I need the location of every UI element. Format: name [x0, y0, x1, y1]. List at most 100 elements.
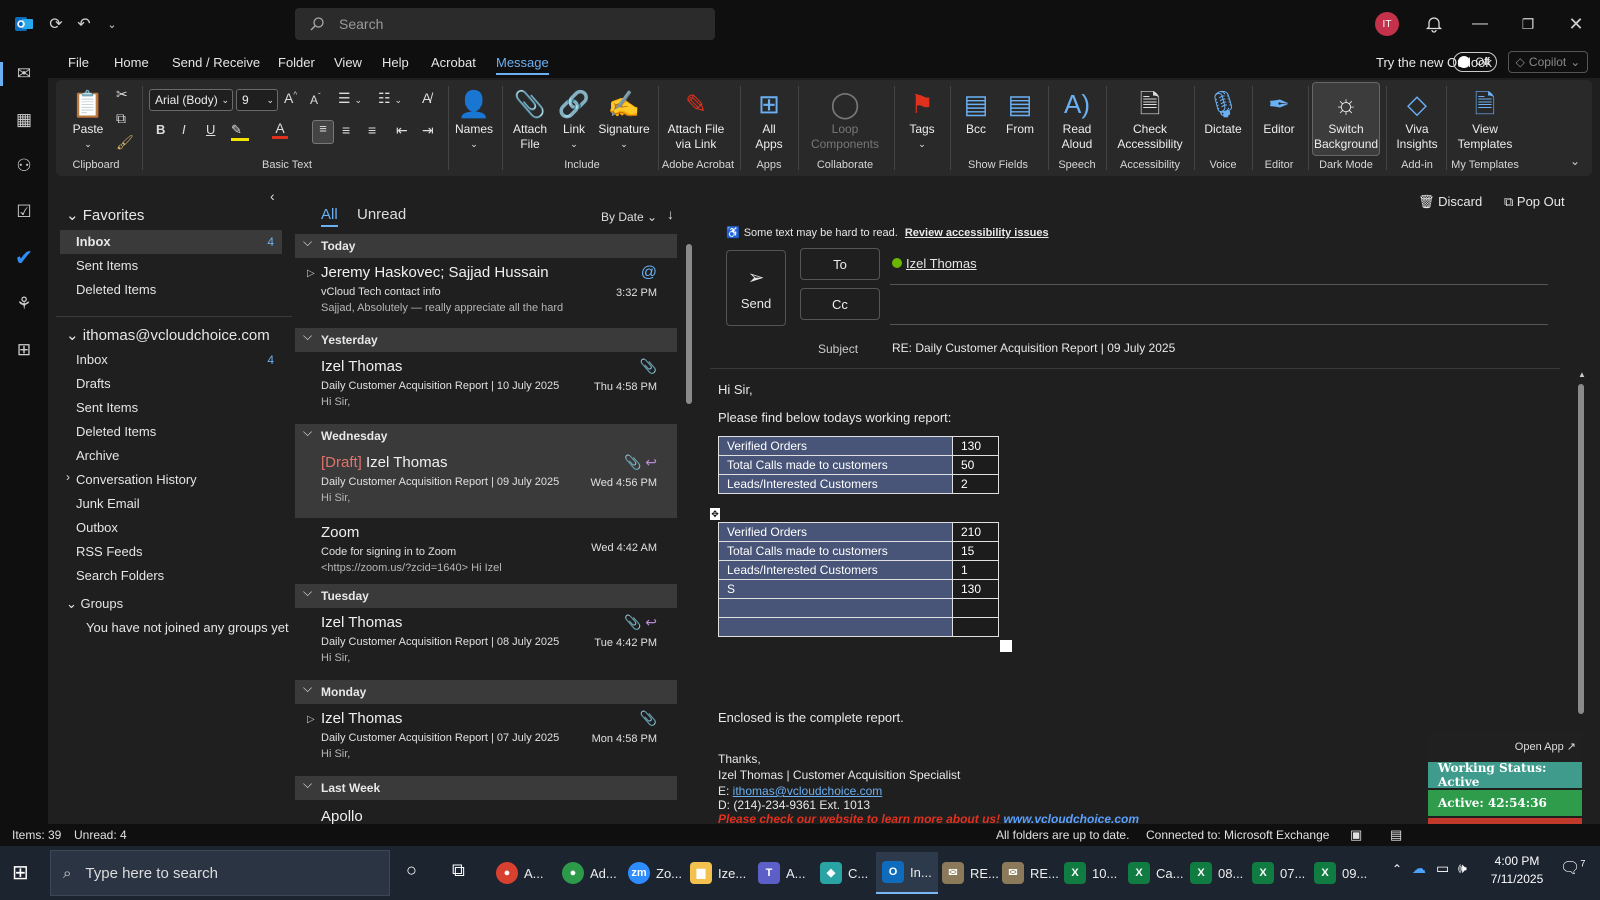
taskbar-app-excel-1[interactable]: X 10...: [1058, 852, 1123, 894]
font-size-select[interactable]: 9 ⌄: [236, 89, 278, 111]
copy-icon[interactable]: ⧉: [116, 110, 126, 127]
groups-header[interactable]: ⌄ Groups: [66, 596, 123, 612]
folder-sent-items[interactable]: Sent Items: [76, 400, 138, 415]
review-accessibility-link[interactable]: Review accessibility issues: [905, 227, 1049, 239]
dictate-button[interactable]: 🎙 Dictate: [1198, 86, 1248, 137]
avatar[interactable]: IT: [1375, 12, 1399, 36]
view-templates-button[interactable]: 🗎 View Templates: [1452, 86, 1518, 152]
bcc-button[interactable]: ▤ Bcc: [956, 86, 996, 137]
discard-button[interactable]: 🗑 Discard: [1418, 194, 1482, 210]
menu-help[interactable]: Help: [382, 55, 409, 70]
favorite-deleted-items[interactable]: Deleted Items: [76, 282, 156, 297]
menu-file[interactable]: File: [68, 55, 89, 70]
website-link[interactable]: www.vcloudchoice.com: [1003, 812, 1139, 824]
viva-insights-button[interactable]: ◇ Viva Insights: [1392, 86, 1442, 152]
list-item[interactable]: Apollo: [295, 800, 677, 824]
folder-rss-feeds[interactable]: RSS Feeds: [76, 544, 142, 559]
taskbar-app-excel-2[interactable]: X Ca...: [1122, 852, 1189, 894]
new-outlook-toggle[interactable]: Off: [1453, 52, 1497, 72]
align-left-icon[interactable]: ≡: [312, 120, 334, 144]
folder-drafts[interactable]: Drafts: [76, 376, 111, 391]
taskbar-app-c[interactable]: ◆ C...: [814, 852, 874, 894]
expand-thread-icon[interactable]: ▷: [307, 268, 315, 279]
names-button[interactable]: 👤 Names ⌄: [452, 86, 496, 152]
expand-chevron-icon[interactable]: ›: [66, 470, 70, 484]
folder-conversation-history[interactable]: Conversation History: [76, 472, 197, 487]
attach-via-link-button[interactable]: ✎ Attach File via Link: [664, 86, 728, 152]
taskbar-app-excel-3[interactable]: X 08...: [1184, 852, 1249, 894]
underline-button[interactable]: U: [206, 122, 215, 137]
sort-dropdown[interactable]: By Date ⌄: [601, 210, 657, 224]
cut-icon[interactable]: ✂: [116, 86, 128, 103]
list-item[interactable]: ▷ Jeremy Haskovec; Sajjad Hussain @ vClo…: [295, 258, 677, 328]
list-item[interactable]: Izel Thomas 📎 ↩ Daily Customer Acquisiti…: [295, 608, 677, 678]
network-icon[interactable]: ▭: [1436, 860, 1449, 877]
cortana-icon[interactable]: ○: [406, 860, 417, 881]
taskbar-app-chrome-2[interactable]: ● Ad...: [556, 852, 623, 894]
favorite-sent-items[interactable]: Sent Items: [76, 258, 138, 273]
folder-inbox[interactable]: Inbox: [76, 352, 108, 367]
clock[interactable]: 4:00 PM 7/11/2025: [1488, 852, 1546, 888]
signature-email-link[interactable]: ithomas@vcloudchoice.com: [733, 784, 883, 798]
to-button[interactable]: To: [800, 248, 880, 280]
search-box[interactable]: Search: [295, 8, 715, 40]
bold-button[interactable]: B: [156, 122, 165, 137]
reading-view-icon[interactable]: ▤: [1390, 827, 1402, 843]
list-scrollbar[interactable]: [685, 230, 693, 820]
to-field[interactable]: Izel Thomas: [892, 256, 977, 271]
customize-toolbar-icon[interactable]: ⌄: [98, 10, 126, 38]
clear-formatting-icon[interactable]: A̸: [422, 90, 431, 106]
group-tuesday[interactable]: Tuesday: [295, 580, 677, 608]
decrease-indent-icon[interactable]: ⇤: [396, 122, 408, 139]
folder-archive[interactable]: Archive: [76, 448, 119, 463]
signature-button[interactable]: ✍ Signature ⌄: [596, 86, 652, 152]
check-accessibility-button[interactable]: 🗎 Check Accessibility: [1110, 86, 1190, 152]
list-item[interactable]: Izel Thomas 📎 Daily Customer Acquisition…: [295, 352, 677, 422]
taskbar-app-excel-5[interactable]: X 09...: [1308, 852, 1373, 894]
editor-button[interactable]: ✒ Editor: [1256, 86, 1302, 137]
switch-background-button[interactable]: ☼ Switch Background: [1314, 86, 1378, 152]
menu-message[interactable]: Message: [496, 55, 549, 75]
calendar-icon[interactable]: ▦: [8, 104, 40, 136]
minimize-icon[interactable]: —: [1466, 10, 1494, 38]
ribbon-expand-icon[interactable]: ⌄: [1570, 154, 1580, 168]
format-painter-icon[interactable]: 🖌: [116, 134, 134, 151]
tasks-icon[interactable]: ☑: [8, 196, 40, 228]
scroll-up-icon[interactable]: ▲: [1578, 370, 1586, 379]
taskbar-search[interactable]: ⌕ Type here to search: [50, 850, 390, 896]
menu-acrobat[interactable]: Acrobat: [431, 55, 476, 70]
onedrive-icon[interactable]: ☁: [1412, 860, 1426, 877]
scrollbar-thumb[interactable]: [686, 244, 692, 404]
table-resize-handle[interactable]: [1000, 640, 1012, 652]
list-item[interactable]: Zoom Code for signing in to Zoom Wed 4:4…: [295, 518, 677, 588]
sync-icon[interactable]: ⟳: [42, 10, 70, 38]
folder-junk-email[interactable]: Junk Email: [76, 496, 140, 511]
align-center-icon[interactable]: ≡: [342, 122, 350, 138]
account-header[interactable]: ⌄ ithomas@vcloudchoice.com: [66, 326, 270, 344]
align-right-icon[interactable]: ≡: [368, 122, 376, 138]
menu-view[interactable]: View: [334, 55, 362, 70]
mail-icon[interactable]: ✉: [8, 58, 40, 90]
taskbar-app-explorer[interactable]: ▆ Ize...: [684, 852, 752, 894]
people-icon[interactable]: ⚇: [8, 150, 40, 182]
normal-view-icon[interactable]: ▣: [1350, 827, 1362, 843]
expand-thread-icon[interactable]: ▷: [307, 714, 315, 725]
windows-start-icon[interactable]: ⊞: [12, 860, 29, 885]
taskbar-app-chrome-1[interactable]: ● A...: [490, 852, 550, 894]
tab-all[interactable]: All: [321, 206, 338, 227]
popout-button[interactable]: ⧉ Pop Out: [1504, 194, 1565, 210]
folder-outbox[interactable]: Outbox: [76, 520, 118, 535]
close-icon[interactable]: ✕: [1562, 10, 1590, 38]
bullets-icon[interactable]: ☰ ⌄: [338, 90, 362, 107]
list-item[interactable]: ▷ Izel Thomas 📎 Daily Customer Acquisiti…: [295, 704, 677, 774]
group-last-week[interactable]: Last Week: [295, 772, 677, 800]
shrink-font-icon[interactable]: Aˇ: [310, 92, 321, 107]
taskbar-app-excel-4[interactable]: X 07...: [1246, 852, 1311, 894]
cc-button[interactable]: Cc: [800, 288, 880, 320]
favorites-header[interactable]: ⌄ Favorites: [66, 206, 144, 224]
group-today[interactable]: Today: [295, 230, 677, 258]
group-yesterday[interactable]: Yesterday: [295, 324, 677, 352]
send-button[interactable]: ➢ Send: [726, 250, 786, 326]
menu-send-receive[interactable]: Send / Receive: [172, 55, 260, 70]
attach-file-button[interactable]: 📎 Attach File: [510, 86, 550, 152]
